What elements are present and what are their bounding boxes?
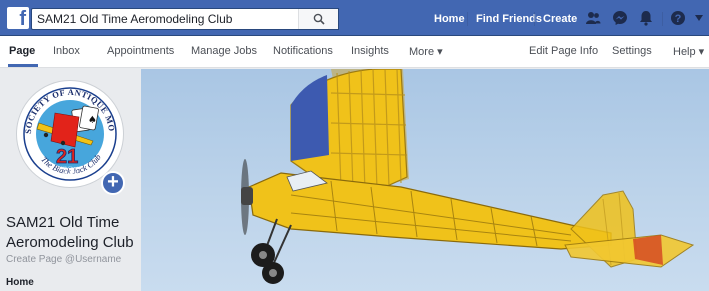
tab-page[interactable]: Page xyxy=(9,45,35,57)
tab-more[interactable]: More ▾ xyxy=(409,45,443,58)
create-username-link[interactable]: Create Page @Username xyxy=(6,254,121,265)
tab-inbox[interactable]: Inbox xyxy=(53,45,80,57)
model-airplane-photo xyxy=(241,69,695,284)
nav-divider xyxy=(467,12,468,26)
cover-photo[interactable] xyxy=(141,69,709,291)
settings-link[interactable]: Settings xyxy=(612,45,652,57)
club-logo: SOCIETY OF ANTIQUE MODELERS The Black Ja… xyxy=(19,83,120,184)
search-input-value: SAM21 Old Time Aeromodeling Club xyxy=(37,12,233,26)
top-navigation-bar: f SAM21 Old Time Aeromodeling Club Home … xyxy=(0,0,709,36)
logo-charter-line2: No.1470 xyxy=(62,170,78,175)
search-button[interactable] xyxy=(298,9,338,29)
svg-text:?: ? xyxy=(675,13,682,25)
facebook-logo-icon[interactable]: f xyxy=(7,7,29,29)
nav-create-link[interactable]: Create xyxy=(543,13,577,25)
nav-find-friends-link[interactable]: Find Friends xyxy=(476,13,542,25)
help-menu[interactable]: Help ▾ xyxy=(673,45,704,58)
nav-divider xyxy=(662,12,663,26)
notifications-icon[interactable] xyxy=(638,10,654,26)
search-input[interactable]: SAM21 Old Time Aeromodeling Club xyxy=(31,8,339,30)
nav-divider xyxy=(534,12,535,26)
add-photo-plus-icon[interactable]: + xyxy=(101,171,125,195)
nav-home-link[interactable]: Home xyxy=(434,13,465,25)
page-management-tabs: Page Inbox Appointments Manage Jobs Noti… xyxy=(0,36,709,68)
tab-notifications[interactable]: Notifications xyxy=(273,45,333,57)
help-icon[interactable]: ? xyxy=(670,10,686,26)
page-sidebar: SOCIETY OF ANTIQUE MODELERS The Black Ja… xyxy=(0,69,141,291)
dropdown-icon[interactable] xyxy=(694,14,704,22)
tab-appointments[interactable]: Appointments xyxy=(107,45,174,57)
tab-manage-jobs[interactable]: Manage Jobs xyxy=(191,45,257,57)
page-name: SAM21 Old Time Aeromodeling Club xyxy=(6,214,134,251)
tab-insights[interactable]: Insights xyxy=(351,45,389,57)
messenger-icon[interactable] xyxy=(612,10,628,26)
svg-text:♠: ♠ xyxy=(88,115,97,126)
sidebar-item-home[interactable]: Home xyxy=(6,277,34,288)
search-icon xyxy=(313,13,325,25)
friends-icon[interactable] xyxy=(585,10,601,26)
active-tab-indicator xyxy=(8,64,38,67)
edit-page-info-link[interactable]: Edit Page Info xyxy=(529,45,598,57)
